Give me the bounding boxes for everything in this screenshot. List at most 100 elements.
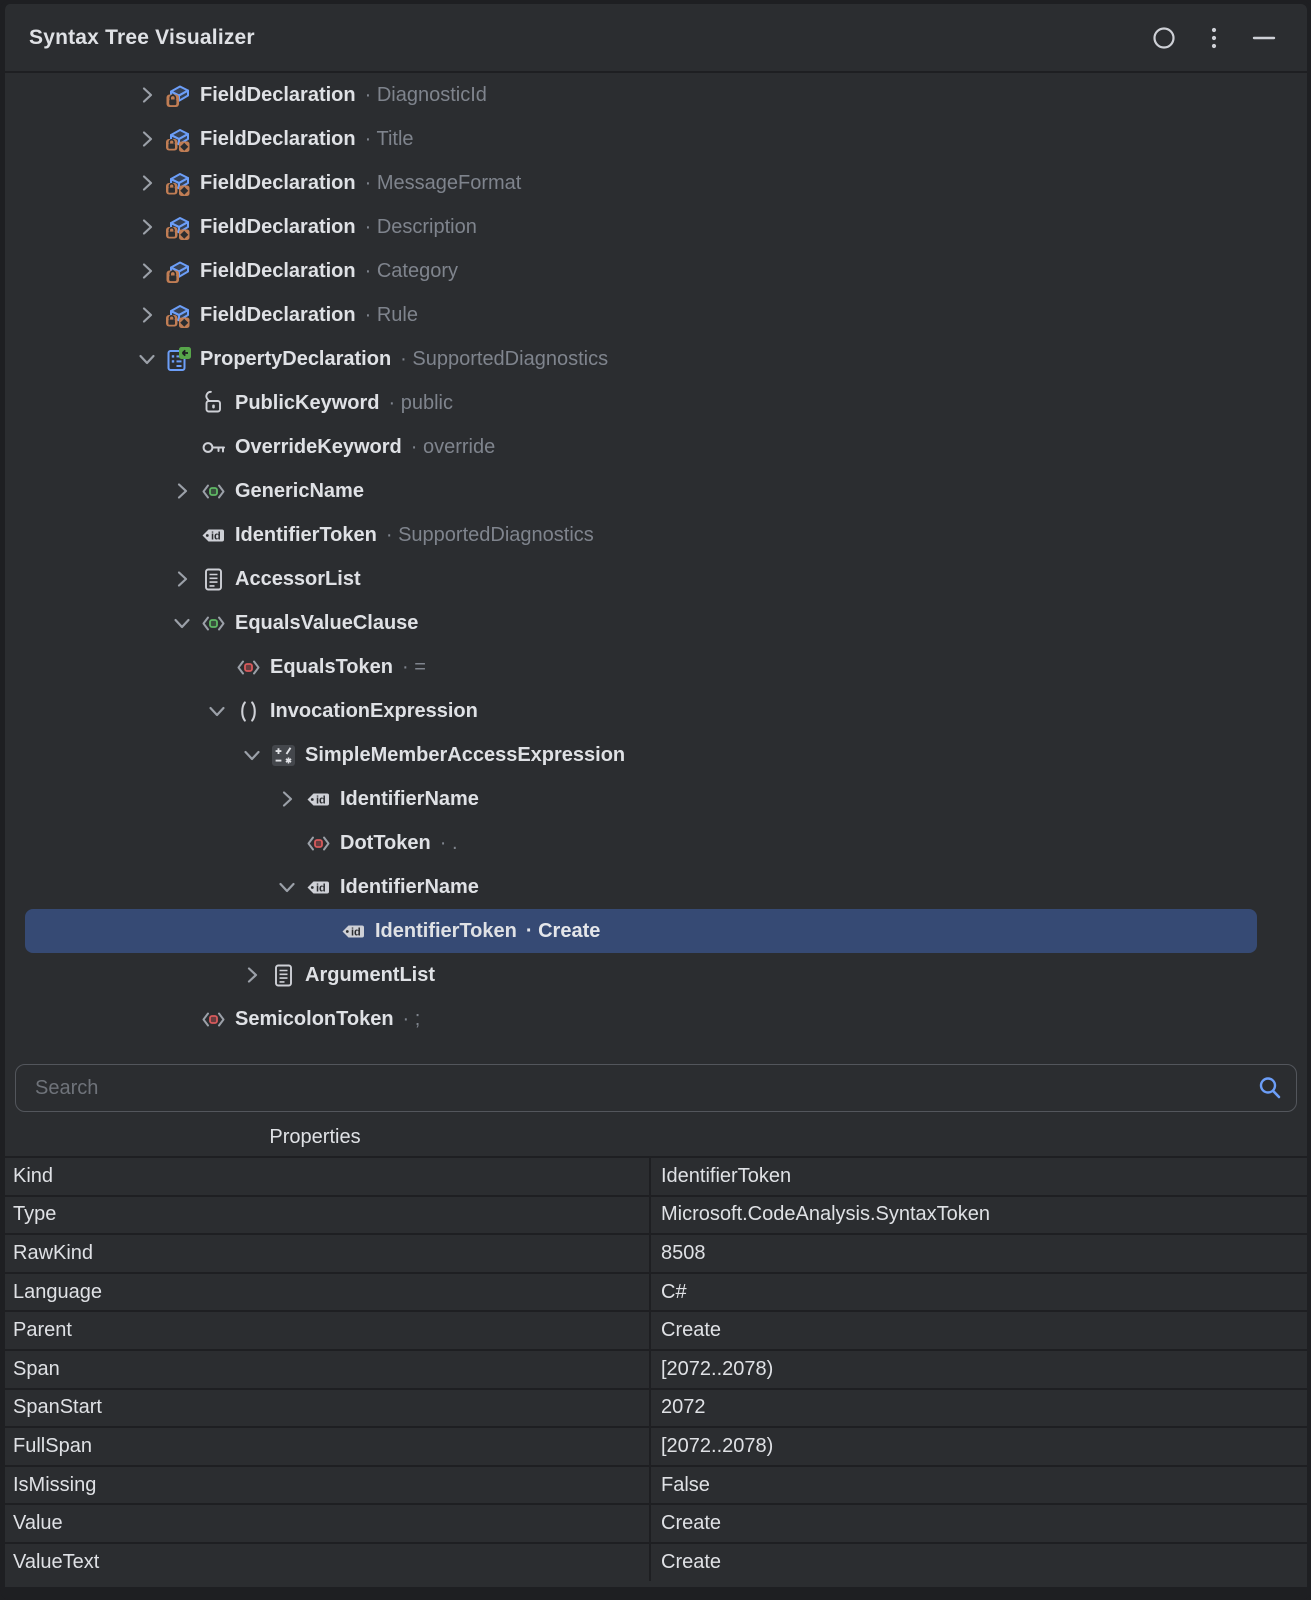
- tree-node-label: GenericName: [235, 480, 364, 503]
- property-row[interactable]: ValueTextCreate: [5, 1542, 1307, 1581]
- locate-icon[interactable]: [1147, 21, 1181, 55]
- property-row[interactable]: LanguageC#: [5, 1272, 1307, 1311]
- tree-row[interactable]: DotToken· .: [5, 821, 1307, 865]
- tree-node-suffix: · Create: [526, 920, 600, 943]
- parens-icon: [235, 698, 262, 724]
- tree-row[interactable]: EqualsToken · =: [5, 645, 1307, 689]
- chevron-right-icon[interactable]: [135, 82, 165, 108]
- syntax-tree: FieldDeclaration· DiagnosticId FieldDecl…: [5, 73, 1307, 1041]
- tree-node-suffix: · SupportedDiagnostics: [400, 348, 608, 371]
- syntax-tree-visualizer-panel: Syntax Tree Visualizer Field: [0, 0, 1311, 1600]
- tree-node-label: FieldDeclaration: [200, 128, 356, 151]
- tree-row[interactable]: ArgumentList: [5, 953, 1307, 997]
- tree-node-label: AccessorList: [235, 568, 361, 591]
- property-row[interactable]: ValueCreate: [5, 1503, 1307, 1542]
- property-value: 2072: [651, 1390, 1307, 1427]
- tree-node-suffix: · =: [402, 656, 426, 679]
- property-name: Type: [5, 1197, 651, 1234]
- chevron-down-icon[interactable]: [240, 742, 270, 768]
- chevron-down-icon[interactable]: [170, 610, 200, 636]
- property-value: Create: [651, 1312, 1307, 1349]
- key-icon: [200, 434, 227, 460]
- chevron-right-icon[interactable]: [135, 214, 165, 240]
- field-lock-diamond-icon: [165, 302, 192, 328]
- tree-node-suffix: · SupportedDiagnostics: [386, 524, 594, 547]
- titlebar: Syntax Tree Visualizer: [5, 4, 1307, 73]
- tree-row[interactable]: idIdentifierName: [5, 865, 1307, 909]
- chevron-right-icon[interactable]: [240, 962, 270, 988]
- tree-node-suffix: · Category: [365, 260, 458, 283]
- properties-table: KindIdentifierTokenTypeMicrosoft.CodeAna…: [5, 1156, 1307, 1587]
- property-row[interactable]: KindIdentifierToken: [5, 1156, 1307, 1195]
- tree-row[interactable]: SimpleMemberAccessExpression: [5, 733, 1307, 777]
- tree-node-label: FieldDeclaration: [200, 304, 356, 327]
- tree-node-suffix: · .: [440, 832, 458, 855]
- tree-node-suffix: · DiagnosticId: [365, 84, 487, 107]
- operators-icon: [270, 742, 297, 768]
- tree-row[interactable]: InvocationExpression: [5, 689, 1307, 733]
- chevron-right-icon[interactable]: [170, 478, 200, 504]
- panel-title: Syntax Tree Visualizer: [29, 26, 255, 50]
- tree-row[interactable]: AccessorList: [5, 557, 1307, 601]
- kebab-menu-icon[interactable]: [1197, 21, 1231, 55]
- tree-node-label: PropertyDeclaration: [200, 348, 391, 371]
- chevron-right-icon[interactable]: [135, 126, 165, 152]
- chevron-down-icon[interactable]: [275, 874, 305, 900]
- search-icon: [1256, 1074, 1284, 1102]
- tree-row[interactable]: FieldDeclaration· Description: [5, 205, 1307, 249]
- tree-row[interactable]: EqualsValueClause: [5, 601, 1307, 645]
- tree-row[interactable]: FieldDeclaration · Category: [5, 249, 1307, 293]
- tree-row[interactable]: FieldDeclaration · Title: [5, 117, 1307, 161]
- tree-row[interactable]: FieldDeclaration· MessageFormat: [5, 161, 1307, 205]
- tree-node-label: IdentifierName: [340, 788, 479, 811]
- tree-row[interactable]: SemicolonToken· ;: [5, 997, 1307, 1041]
- chevron-right-icon[interactable]: [275, 786, 305, 812]
- chevron-none: [205, 654, 235, 680]
- tree-node-suffix: · override: [411, 436, 495, 459]
- tree-row[interactable]: id IdentifierToken · SupportedDiagnostics: [5, 513, 1307, 557]
- property-row[interactable]: ParentCreate: [5, 1310, 1307, 1349]
- tree-node-label: ArgumentList: [305, 964, 435, 987]
- property-row[interactable]: IsMissingFalse: [5, 1465, 1307, 1504]
- property-row[interactable]: SpanStart2072: [5, 1388, 1307, 1427]
- tree-row[interactable]: FieldDeclaration· Rule: [5, 293, 1307, 337]
- field-lock-diamond-icon: [165, 214, 192, 240]
- tree-row[interactable]: GenericName: [5, 469, 1307, 513]
- tree-row[interactable]: idIdentifierName: [5, 777, 1307, 821]
- angle-green-icon: [200, 610, 227, 636]
- chevron-right-icon[interactable]: [135, 258, 165, 284]
- chevron-right-icon[interactable]: [170, 566, 200, 592]
- tree-row[interactable]: PropertyDeclaration · SupportedDiagnostic…: [5, 337, 1307, 381]
- tree-row[interactable]: OverrideKeyword· override: [5, 425, 1307, 469]
- tree-node-suffix: · Description: [365, 216, 477, 239]
- property-row[interactable]: RawKind8508: [5, 1233, 1307, 1272]
- chevron-down-icon[interactable]: [135, 346, 165, 372]
- tree-node-label: FieldDeclaration: [200, 172, 356, 195]
- chevron-down-icon[interactable]: [205, 698, 235, 724]
- tree-node-label: EqualsToken: [270, 656, 393, 679]
- tree-row[interactable]: idIdentifierToken· Create: [25, 909, 1257, 953]
- chevron-right-icon[interactable]: [135, 302, 165, 328]
- minimize-icon[interactable]: [1247, 21, 1281, 55]
- property-name: Span: [5, 1351, 651, 1388]
- field-lock-diamond-icon: [165, 170, 192, 196]
- list-icon: [200, 566, 227, 592]
- tree-node-label: FieldDeclaration: [200, 260, 356, 283]
- search-input[interactable]: [15, 1064, 1297, 1112]
- property-row[interactable]: TypeMicrosoft.CodeAnalysis.SyntaxToken: [5, 1195, 1307, 1234]
- svg-text:id: id: [211, 530, 221, 542]
- property-value: [2072..2078): [651, 1351, 1307, 1388]
- property-name: FullSpan: [5, 1428, 651, 1465]
- tree-row[interactable]: FieldDeclaration· DiagnosticId: [5, 73, 1307, 117]
- property-value: 8508: [651, 1235, 1307, 1272]
- chevron-right-icon[interactable]: [135, 170, 165, 196]
- tree-node-label: InvocationExpression: [270, 700, 478, 723]
- property-row[interactable]: Span[2072..2078): [5, 1349, 1307, 1388]
- property-value: Microsoft.CodeAnalysis.SyntaxToken: [651, 1197, 1307, 1234]
- tree-node-suffix: · Title: [365, 128, 414, 151]
- svg-text:id: id: [351, 926, 361, 938]
- property-row[interactable]: FullSpan[2072..2078): [5, 1426, 1307, 1465]
- tree-row[interactable]: PublicKeyword· public: [5, 381, 1307, 425]
- tree-node-label: IdentifierToken: [235, 524, 377, 547]
- svg-text:id: id: [316, 882, 326, 894]
